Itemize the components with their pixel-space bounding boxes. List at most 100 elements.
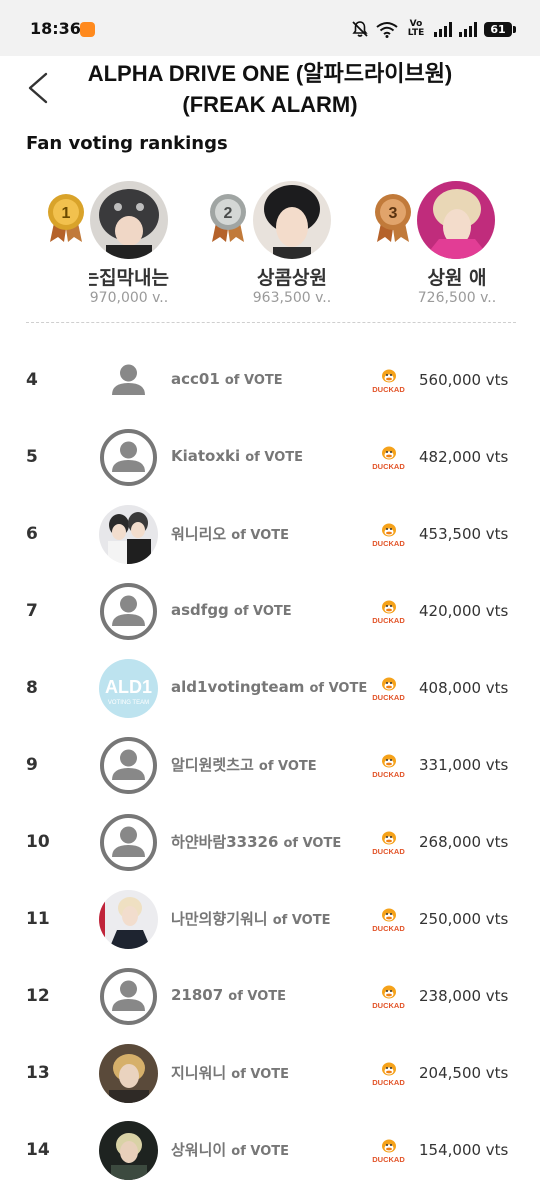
of-vote-label: of VOTE — [283, 836, 342, 851]
ranking-row[interactable]: 13 지니워니 of VOTE DUCKAD 204,500 vts — [0, 1035, 540, 1112]
avatar — [99, 1044, 158, 1103]
of-vote-label: of VOTE — [231, 1144, 290, 1159]
avatar — [99, 967, 158, 1026]
rank-number: 4 — [26, 370, 38, 390]
of-vote-label: of VOTE — [228, 989, 287, 1004]
top3-avatar-2 — [253, 181, 331, 259]
battery-icon: 61 — [484, 21, 516, 37]
duckad-text: DUCKAD — [372, 1078, 405, 1087]
ranking-row[interactable]: 12 21807 of VOTE DUCKAD 238,000 vts — [0, 958, 540, 1035]
vote-count: 408,000 vts — [419, 679, 509, 697]
bronze-medal-icon: 3 — [375, 194, 411, 242]
rank-number: 5 — [26, 447, 38, 467]
voter-name-line: 워니리오 of VOTE — [171, 523, 371, 544]
avatar: ALD1 VOTING TEAM — [99, 659, 158, 718]
of-vote-label: of VOTE — [272, 913, 331, 928]
top3-avatar-3 — [417, 181, 495, 259]
rank-number: 14 — [26, 1140, 50, 1160]
avatar — [99, 890, 158, 949]
voter-name: 하얀바람33326 — [171, 833, 279, 851]
top3-item-3[interactable]: 3 상원 애 726,500 v.. — [373, 175, 540, 310]
divider — [26, 322, 516, 323]
avatar — [99, 582, 158, 641]
voter-name-line: 알디원렛츠고 of VOTE — [171, 754, 371, 775]
voter-name-line: asdfgg of VOTE — [171, 600, 371, 619]
duckad-icon: DUCKAD — [370, 1060, 407, 1088]
wifi-icon — [376, 21, 398, 38]
avatar — [99, 351, 158, 410]
vote-count: 250,000 vts — [419, 910, 509, 928]
duckad-icon: DUCKAD — [370, 675, 407, 703]
gold-medal-icon: 1 — [48, 194, 84, 242]
medal-rank-1: 1 — [62, 205, 71, 222]
logo-subtext: VOTING TEAM — [108, 700, 149, 706]
of-vote-label: of VOTE — [245, 450, 303, 465]
status-icons: Vo LTE 61 — [351, 18, 516, 40]
duckad-text: DUCKAD — [372, 1001, 405, 1010]
voter-name: asdfgg — [171, 601, 229, 619]
of-vote-label: of VOTE — [258, 759, 317, 774]
voter-name-line: 상워니이 of VOTE — [171, 1139, 371, 1160]
of-vote-label: of VOTE — [309, 681, 368, 696]
ranking-row[interactable]: 8 ALD1 VOTING TEAM ald1votingteam of VOT… — [0, 650, 540, 727]
voter-name: acc01 — [171, 370, 220, 388]
vote-count: 154,000 vts — [419, 1141, 509, 1159]
top3-name-3: 상원 애 — [427, 267, 487, 289]
voter-name-line: 하얀바람33326 of VOTE — [171, 831, 371, 852]
top3-avatar-1 — [90, 181, 168, 259]
signal-icon — [434, 21, 452, 37]
top3-votes-3: 726,500 v.. — [417, 290, 497, 306]
ranking-row[interactable]: 14 상워니이 of VOTE DUCKAD 154,000 vts — [0, 1112, 540, 1189]
rank-number: 6 — [26, 524, 38, 544]
ranking-row[interactable]: 7 asdfgg of VOTE DUCKAD 420,000 vts — [0, 573, 540, 650]
ranking-row[interactable]: 11 나만의향기워니 of VOTE DUCKAD 250,000 vts — [0, 881, 540, 958]
avatar — [99, 736, 158, 795]
chevron-left-icon — [28, 72, 48, 104]
duckad-icon: DUCKAD — [370, 906, 407, 934]
ranking-row[interactable]: 9 알디원렛츠고 of VOTE DUCKAD 331,000 vts — [0, 727, 540, 804]
avatar — [99, 1121, 158, 1180]
top3-votes-2: 963,500 v.. — [252, 290, 332, 306]
of-vote-label: of VOTE — [233, 604, 292, 619]
duckad-text: DUCKAD — [372, 539, 405, 548]
rank-number: 12 — [26, 986, 50, 1006]
status-time: 18:36 — [30, 19, 81, 38]
voter-name: 21807 — [171, 986, 224, 1004]
avatar — [99, 813, 158, 872]
voter-name: 상워니이 — [171, 1141, 227, 1159]
voter-name-line: 나만의향기워니 of VOTE — [171, 908, 371, 929]
voter-name: 나만의향기워니 — [171, 910, 268, 928]
duckad-text: DUCKAD — [372, 385, 405, 394]
vote-count: 268,000 vts — [419, 833, 509, 851]
mute-bell-icon — [352, 21, 368, 37]
duckad-text: DUCKAD — [372, 693, 405, 702]
voter-name: 워니리오 — [171, 525, 227, 543]
vote-count: 560,000 vts — [419, 371, 509, 389]
of-vote-label: of VOTE — [231, 528, 290, 543]
rank-number: 8 — [26, 678, 38, 698]
vote-count: 204,500 vts — [419, 1064, 509, 1082]
vote-count: 482,000 vts — [419, 448, 509, 466]
status-bar: 18:36 Vo LTE 61 — [0, 0, 540, 56]
top3-podium: 1 최애는집막내는 970,000 v.. 2 — [0, 175, 540, 310]
top3-name-1: 최애는집막내는 — [89, 267, 169, 289]
voter-name: ald1votingteam — [171, 678, 305, 696]
duckad-icon: DUCKAD — [370, 1137, 407, 1165]
duckad-text: DUCKAD — [372, 770, 405, 779]
voter-name-line: 21807 of VOTE — [171, 985, 371, 1004]
top3-item-1[interactable]: 1 최애는집막내는 970,000 v.. — [46, 175, 216, 310]
section-title: Fan voting rankings — [26, 133, 228, 154]
duckad-icon: DUCKAD — [370, 521, 407, 549]
rank-number: 11 — [26, 909, 50, 929]
medal-rank-2: 2 — [224, 205, 233, 222]
voter-name-line: ald1votingteam of VOTE — [171, 677, 371, 696]
duckad-icon: DUCKAD — [370, 444, 407, 472]
medal-rank-3: 3 — [389, 205, 398, 222]
ranking-row[interactable]: 6 워니리오 of VOTE DUCKAD 453,500 vts — [0, 496, 540, 573]
ranking-row[interactable]: 5 Kiatoxki of VOTE DUCKAD 482,000 vts — [0, 419, 540, 496]
top3-item-2[interactable]: 2 상콤상원 963,500 v.. — [208, 175, 378, 310]
vote-count: 420,000 vts — [419, 602, 509, 620]
ranking-row[interactable]: 4 acc01 of VOTE DUCKAD 560,000 vts — [0, 342, 540, 419]
ranking-row[interactable]: 10 하얀바람33326 of VOTE DUCKAD 268,000 vts — [0, 804, 540, 881]
back-button[interactable] — [22, 68, 58, 108]
